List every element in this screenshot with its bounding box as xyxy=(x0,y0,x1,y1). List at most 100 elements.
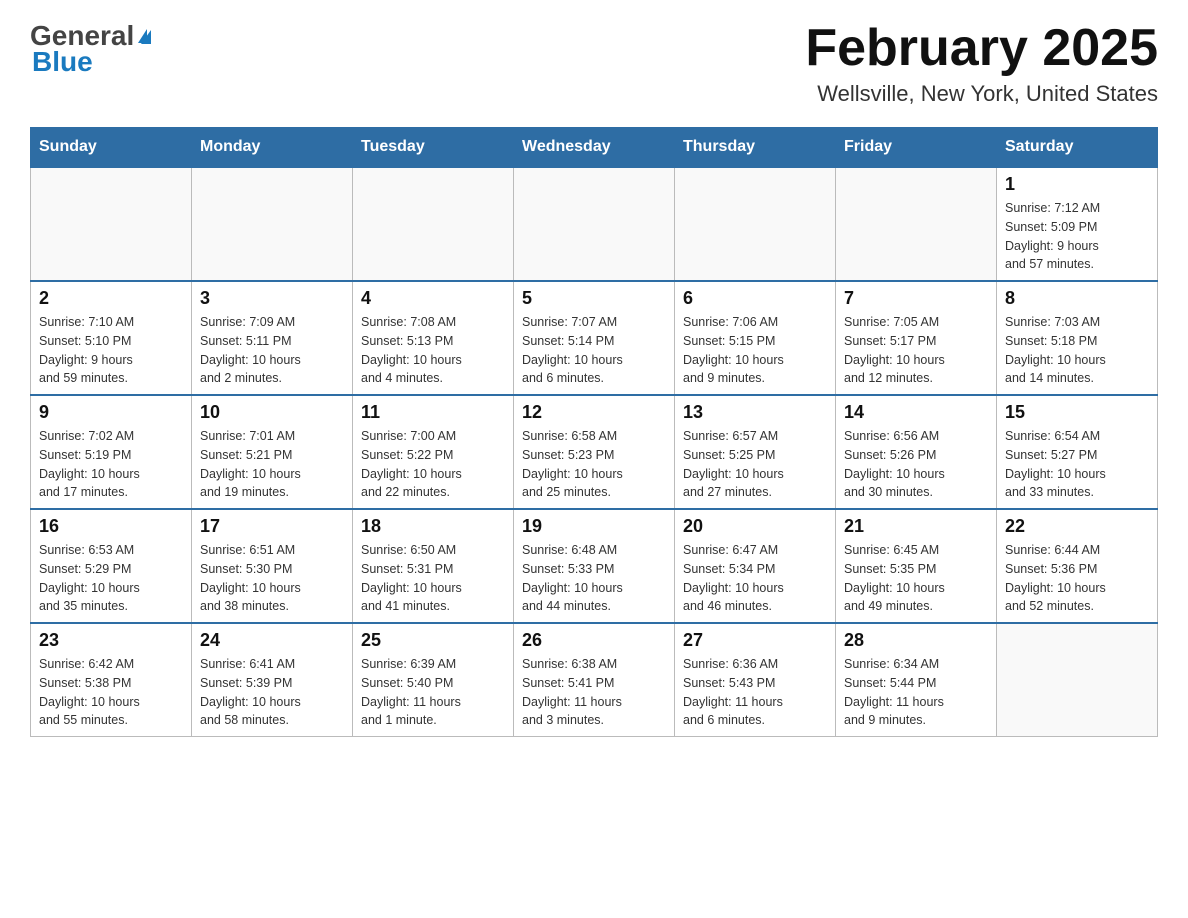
day-number: 5 xyxy=(522,288,666,309)
week-row-2: 9 Sunrise: 7:02 AMSunset: 5:19 PMDaylight… xyxy=(31,395,1158,509)
calendar-cell: 9 Sunrise: 7:02 AMSunset: 5:19 PMDaylight… xyxy=(31,395,192,509)
day-info: Sunrise: 7:08 AMSunset: 5:13 PMDaylight:… xyxy=(361,313,505,388)
day-info: Sunrise: 6:34 AMSunset: 5:44 PMDaylight:… xyxy=(844,655,988,730)
logo-blue-text: Blue xyxy=(32,46,93,78)
calendar-cell: 11 Sunrise: 7:00 AMSunset: 5:22 PMDayligh… xyxy=(353,395,514,509)
day-info: Sunrise: 7:07 AMSunset: 5:14 PMDaylight:… xyxy=(522,313,666,388)
calendar-table: Sunday Monday Tuesday Wednesday Thursday… xyxy=(30,127,1158,737)
calendar-cell xyxy=(836,167,997,281)
day-number: 4 xyxy=(361,288,505,309)
calendar-cell xyxy=(31,167,192,281)
header-tuesday: Tuesday xyxy=(353,128,514,168)
day-info: Sunrise: 7:10 AMSunset: 5:10 PMDaylight:… xyxy=(39,313,183,388)
day-number: 27 xyxy=(683,630,827,651)
day-number: 22 xyxy=(1005,516,1149,537)
calendar-subtitle: Wellsville, New York, United States xyxy=(805,81,1158,107)
calendar-cell: 15Sunrise: 6:54 AMSunset: 5:27 PMDayligh… xyxy=(997,395,1158,509)
calendar-cell: 12 Sunrise: 6:58 AMSunset: 5:23 PMDayligh… xyxy=(514,395,675,509)
week-row-3: 16 Sunrise: 6:53 AMSunset: 5:29 PMDayligh… xyxy=(31,509,1158,623)
day-number: 12 xyxy=(522,402,666,423)
header-wednesday: Wednesday xyxy=(514,128,675,168)
title-block: February 2025 Wellsville, New York, Unit… xyxy=(805,20,1158,107)
calendar-cell xyxy=(997,623,1158,737)
calendar-header-row: Sunday Monday Tuesday Wednesday Thursday… xyxy=(31,128,1158,168)
day-info: Sunrise: 6:56 AMSunset: 5:26 PMDaylight:… xyxy=(844,427,988,502)
day-number: 16 xyxy=(39,516,183,537)
day-info: Sunrise: 6:50 AMSunset: 5:31 PMDaylight:… xyxy=(361,541,505,616)
day-info: Sunrise: 6:47 AMSunset: 5:34 PMDaylight:… xyxy=(683,541,827,616)
day-info: Sunrise: 7:03 AMSunset: 5:18 PMDaylight:… xyxy=(1005,313,1149,388)
day-info: Sunrise: 6:41 AMSunset: 5:39 PMDaylight:… xyxy=(200,655,344,730)
calendar-cell: 14 Sunrise: 6:56 AMSunset: 5:26 PMDayligh… xyxy=(836,395,997,509)
day-info: Sunrise: 7:12 AMSunset: 5:09 PMDaylight:… xyxy=(1005,199,1149,274)
calendar-cell: 19 Sunrise: 6:48 AMSunset: 5:33 PMDayligh… xyxy=(514,509,675,623)
day-number: 3 xyxy=(200,288,344,309)
day-number: 7 xyxy=(844,288,988,309)
calendar-cell: 24Sunrise: 6:41 AMSunset: 5:39 PMDayligh… xyxy=(192,623,353,737)
day-number: 10 xyxy=(200,402,344,423)
logo: General Blue xyxy=(30,20,151,78)
day-info: Sunrise: 6:44 AMSunset: 5:36 PMDaylight:… xyxy=(1005,541,1149,616)
calendar-cell: 8 Sunrise: 7:03 AMSunset: 5:18 PMDaylight… xyxy=(997,281,1158,395)
calendar-cell xyxy=(675,167,836,281)
day-number: 13 xyxy=(683,402,827,423)
day-info: Sunrise: 7:00 AMSunset: 5:22 PMDaylight:… xyxy=(361,427,505,502)
calendar-cell: 13 Sunrise: 6:57 AMSunset: 5:25 PMDayligh… xyxy=(675,395,836,509)
calendar-cell xyxy=(192,167,353,281)
day-number: 11 xyxy=(361,402,505,423)
calendar-cell: 27 Sunrise: 6:36 AMSunset: 5:43 PMDayligh… xyxy=(675,623,836,737)
day-info: Sunrise: 6:38 AMSunset: 5:41 PMDaylight:… xyxy=(522,655,666,730)
header-friday: Friday xyxy=(836,128,997,168)
calendar-cell: 5 Sunrise: 7:07 AMSunset: 5:14 PMDaylight… xyxy=(514,281,675,395)
day-info: Sunrise: 6:53 AMSunset: 5:29 PMDaylight:… xyxy=(39,541,183,616)
calendar-cell: 16 Sunrise: 6:53 AMSunset: 5:29 PMDayligh… xyxy=(31,509,192,623)
day-number: 21 xyxy=(844,516,988,537)
header-sunday: Sunday xyxy=(31,128,192,168)
day-info: Sunrise: 7:05 AMSunset: 5:17 PMDaylight:… xyxy=(844,313,988,388)
day-number: 9 xyxy=(39,402,183,423)
day-info: Sunrise: 6:51 AMSunset: 5:30 PMDaylight:… xyxy=(200,541,344,616)
calendar-cell: 21Sunrise: 6:45 AMSunset: 5:35 PMDayligh… xyxy=(836,509,997,623)
calendar-cell: 17 Sunrise: 6:51 AMSunset: 5:30 PMDayligh… xyxy=(192,509,353,623)
day-number: 2 xyxy=(39,288,183,309)
calendar-cell: 6 Sunrise: 7:06 AMSunset: 5:15 PMDaylight… xyxy=(675,281,836,395)
day-number: 23 xyxy=(39,630,183,651)
calendar-cell: 25Sunrise: 6:39 AMSunset: 5:40 PMDayligh… xyxy=(353,623,514,737)
calendar-cell: 4 Sunrise: 7:08 AMSunset: 5:13 PMDaylight… xyxy=(353,281,514,395)
day-info: Sunrise: 6:48 AMSunset: 5:33 PMDaylight:… xyxy=(522,541,666,616)
calendar-cell xyxy=(353,167,514,281)
day-info: Sunrise: 7:06 AMSunset: 5:15 PMDaylight:… xyxy=(683,313,827,388)
day-number: 1 xyxy=(1005,174,1149,195)
day-info: Sunrise: 7:09 AMSunset: 5:11 PMDaylight:… xyxy=(200,313,344,388)
week-row-1: 2 Sunrise: 7:10 AMSunset: 5:10 PMDaylight… xyxy=(31,281,1158,395)
day-info: Sunrise: 7:02 AMSunset: 5:19 PMDaylight:… xyxy=(39,427,183,502)
day-number: 14 xyxy=(844,402,988,423)
day-number: 26 xyxy=(522,630,666,651)
day-number: 18 xyxy=(361,516,505,537)
day-number: 8 xyxy=(1005,288,1149,309)
day-number: 28 xyxy=(844,630,988,651)
day-number: 19 xyxy=(522,516,666,537)
header-monday: Monday xyxy=(192,128,353,168)
calendar-cell xyxy=(514,167,675,281)
calendar-cell: 23 Sunrise: 6:42 AMSunset: 5:38 PMDayligh… xyxy=(31,623,192,737)
calendar-cell: 28 Sunrise: 6:34 AMSunset: 5:44 PMDayligh… xyxy=(836,623,997,737)
day-info: Sunrise: 6:57 AMSunset: 5:25 PMDaylight:… xyxy=(683,427,827,502)
day-info: Sunrise: 6:58 AMSunset: 5:23 PMDaylight:… xyxy=(522,427,666,502)
day-number: 6 xyxy=(683,288,827,309)
calendar-cell: 3 Sunrise: 7:09 AMSunset: 5:11 PMDaylight… xyxy=(192,281,353,395)
week-row-4: 23 Sunrise: 6:42 AMSunset: 5:38 PMDayligh… xyxy=(31,623,1158,737)
calendar-cell: 20 Sunrise: 6:47 AMSunset: 5:34 PMDayligh… xyxy=(675,509,836,623)
day-info: Sunrise: 6:36 AMSunset: 5:43 PMDaylight:… xyxy=(683,655,827,730)
day-info: Sunrise: 6:42 AMSunset: 5:38 PMDaylight:… xyxy=(39,655,183,730)
day-number: 15 xyxy=(1005,402,1149,423)
day-number: 17 xyxy=(200,516,344,537)
calendar-cell: 10Sunrise: 7:01 AMSunset: 5:21 PMDayligh… xyxy=(192,395,353,509)
calendar-cell: 18 Sunrise: 6:50 AMSunset: 5:31 PMDayligh… xyxy=(353,509,514,623)
header-thursday: Thursday xyxy=(675,128,836,168)
day-info: Sunrise: 6:39 AMSunset: 5:40 PMDaylight:… xyxy=(361,655,505,730)
page-header: General Blue February 2025 Wellsville, N… xyxy=(30,20,1158,107)
calendar-cell: 1 Sunrise: 7:12 AMSunset: 5:09 PMDaylight… xyxy=(997,167,1158,281)
calendar-cell: 7 Sunrise: 7:05 AMSunset: 5:17 PMDaylight… xyxy=(836,281,997,395)
day-number: 20 xyxy=(683,516,827,537)
